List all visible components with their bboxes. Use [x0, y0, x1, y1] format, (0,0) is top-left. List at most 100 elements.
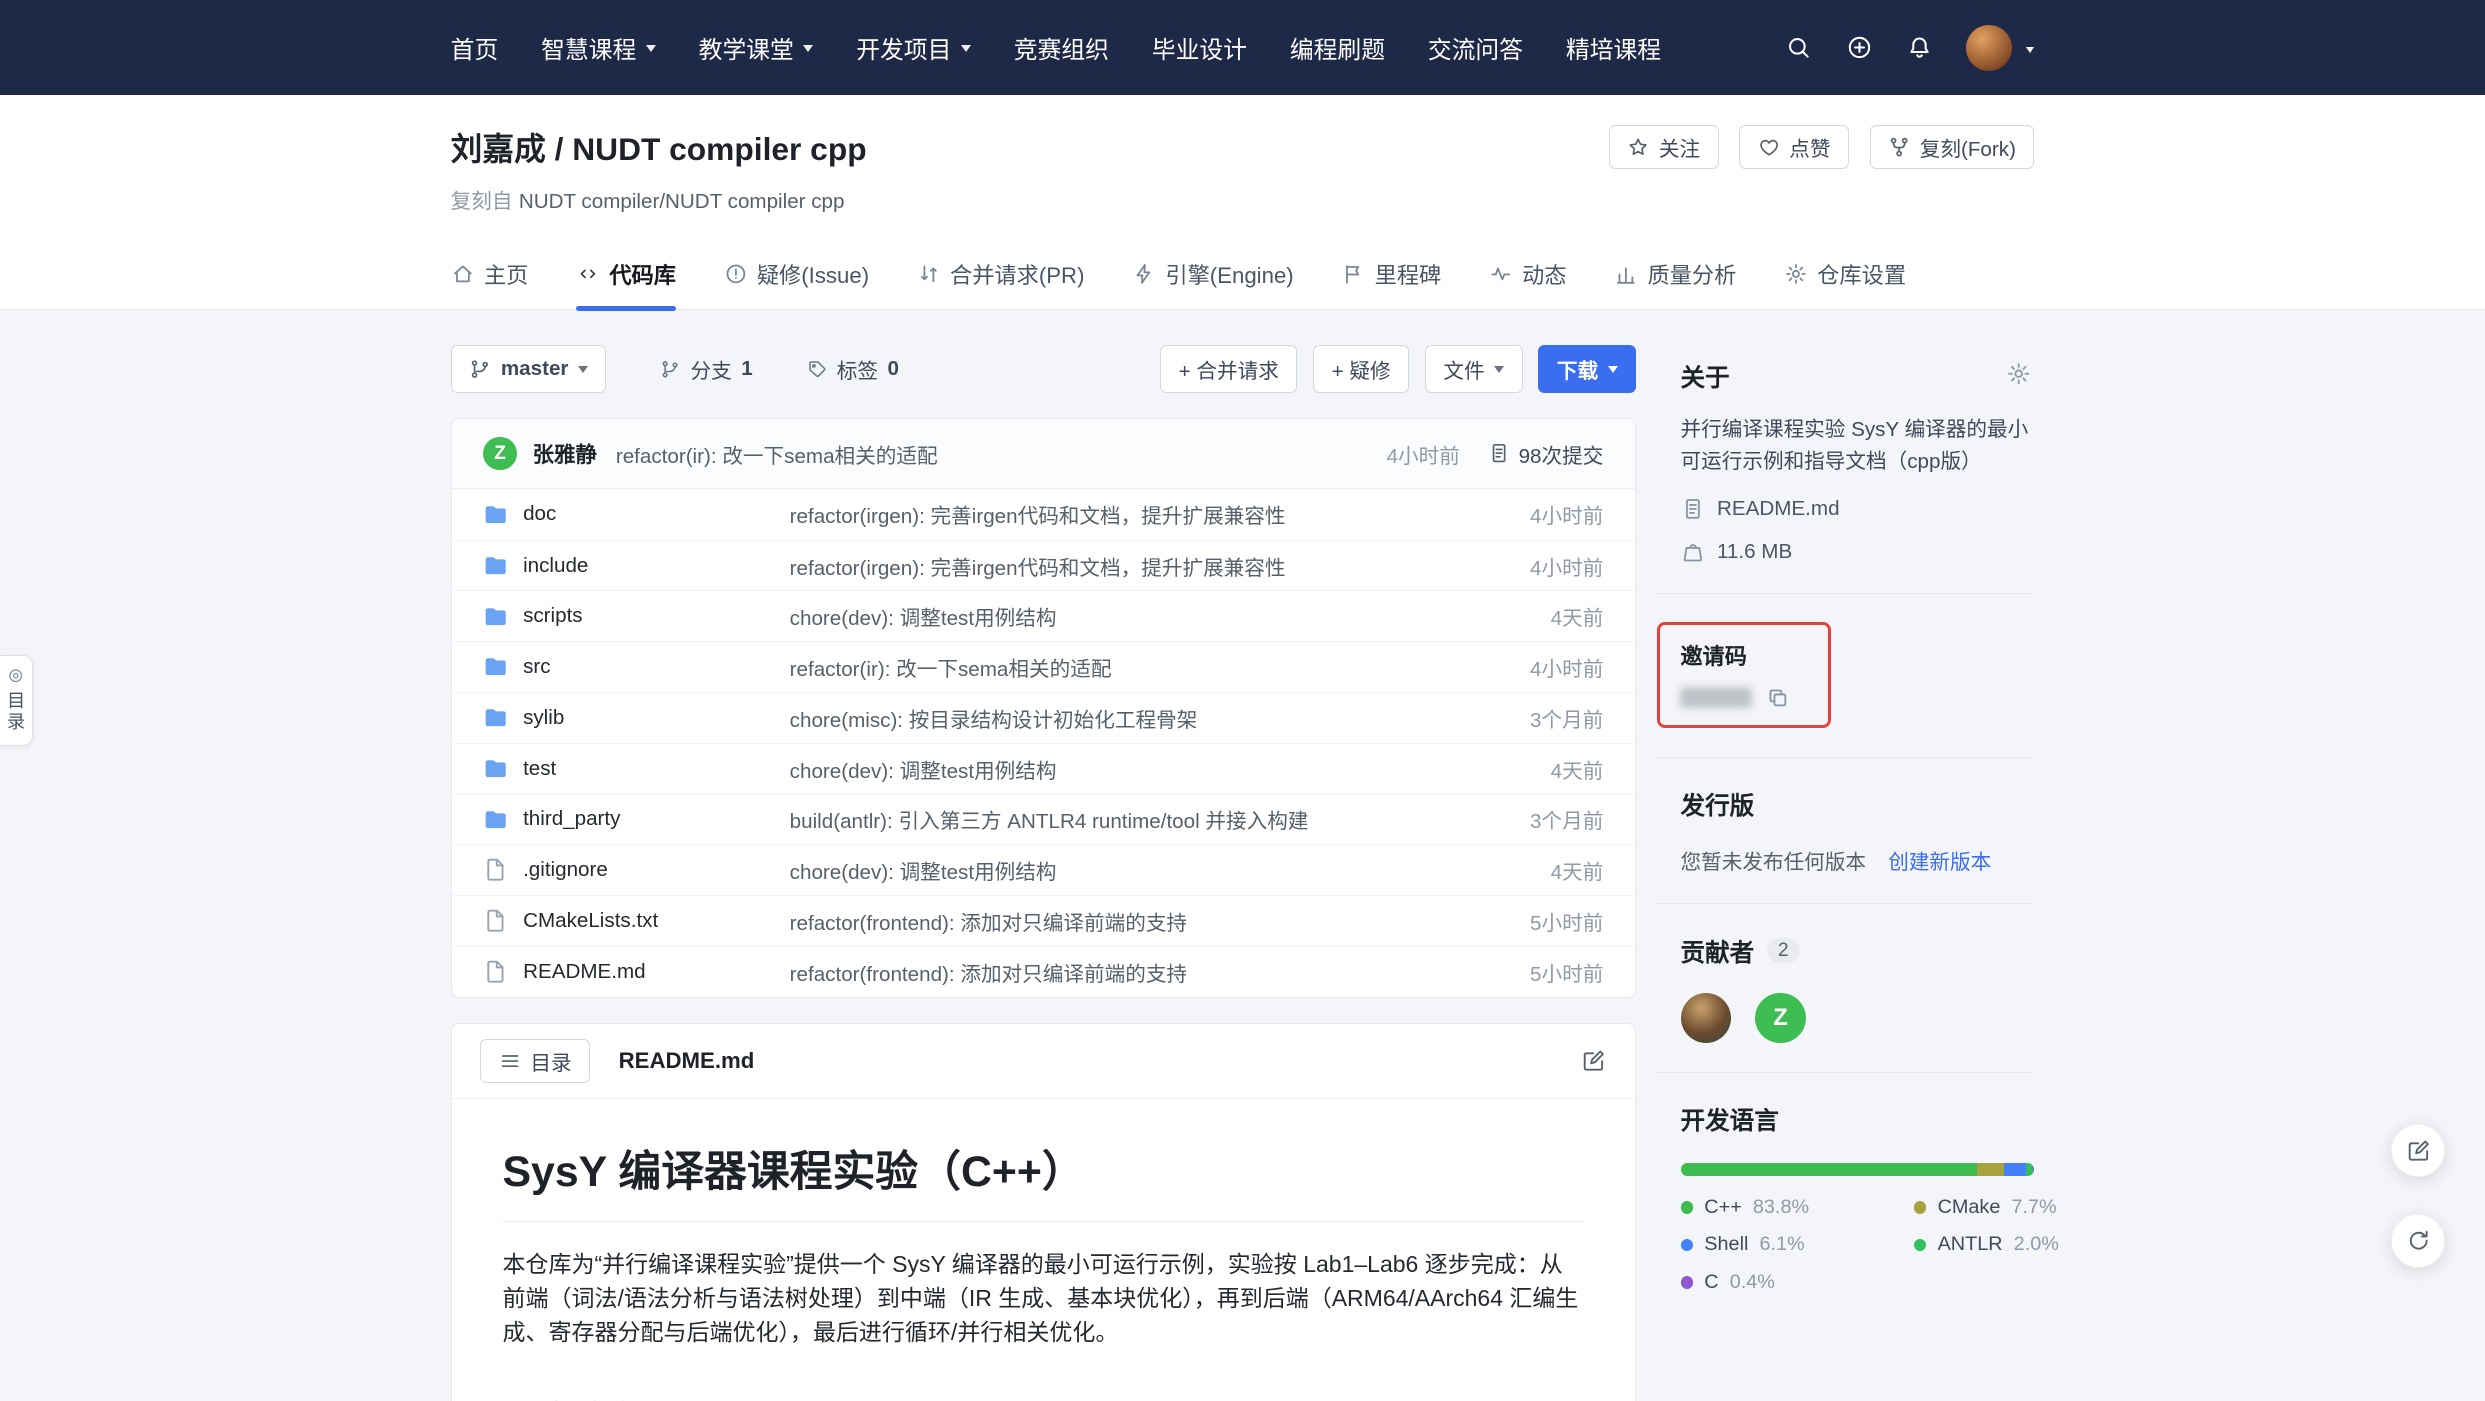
divider	[1657, 903, 2035, 904]
contributor-avatar[interactable]: Z	[1755, 993, 1806, 1044]
file-menu-button[interactable]: 文件	[1425, 345, 1523, 393]
create-release-link[interactable]: 创建新版本	[1888, 845, 1991, 875]
fork-button[interactable]: 复刻(Fork)	[1870, 125, 2035, 169]
readme-h2: 1. 实验介绍	[502, 1391, 1584, 1401]
file-name[interactable]: third_party	[483, 807, 789, 832]
edit-readme-button[interactable]	[1581, 1048, 1606, 1073]
nav-smart-courses[interactable]: 智慧课程	[541, 30, 656, 65]
copy-icon[interactable]	[1766, 686, 1790, 710]
bell-icon[interactable]	[1906, 34, 1933, 61]
tab-pull-requests[interactable]: 合并请求(PR)	[917, 239, 1085, 309]
gear-icon[interactable]	[2006, 361, 2031, 386]
table-row: .gitignore chore(dev): 调整test用例结构 4天前	[452, 844, 1635, 895]
file-commit-message[interactable]: refactor(irgen): 完善irgen代码和文档，提升扩展兼容性	[790, 551, 1469, 581]
refresh-button[interactable]	[2391, 1214, 2445, 1268]
nav-teaching[interactable]: 教学课堂	[699, 30, 814, 65]
target-icon	[7, 667, 24, 684]
nav-competitions[interactable]: 竞赛组织	[1014, 30, 1109, 65]
repo-tabbar: 主页 代码库 疑修(Issue) 合并请求(PR) 引擎(Engine) 里程碑…	[0, 239, 2485, 310]
nav-graduation[interactable]: 毕业设计	[1152, 30, 1247, 65]
branch-icon	[660, 359, 681, 380]
toc-button[interactable]: 目录	[480, 1039, 590, 1083]
star-icon	[1627, 136, 1649, 158]
file-commit-message[interactable]: chore(dev): 调整test用例结构	[790, 855, 1469, 885]
page-title: 刘嘉成 / NUDT compiler cpp	[451, 124, 867, 170]
list-icon	[499, 1050, 521, 1072]
file-commit-message[interactable]: refactor(frontend): 添加对只编译前端的支持	[790, 906, 1469, 936]
legend-item: C++83.8%	[1681, 1196, 1914, 1219]
language-legend: C++83.8% CMake7.7% Shell6.1% ANTLR2.0% C…	[1681, 1196, 2035, 1294]
file-commit-message[interactable]: chore(dev): 调整test用例结构	[790, 601, 1469, 631]
tab-milestones[interactable]: 里程碑	[1341, 239, 1441, 309]
edit-icon	[1581, 1048, 1606, 1073]
nav-dev-projects[interactable]: 开发项目	[856, 30, 971, 65]
tab-home[interactable]: 主页	[451, 239, 529, 309]
folder-icon	[483, 553, 508, 578]
nav-training[interactable]: 精培课程	[1566, 30, 1661, 65]
commits-count-link[interactable]: 98次提交	[1488, 439, 1603, 469]
contributor-avatar[interactable]	[1681, 993, 1732, 1044]
file-name[interactable]: doc	[483, 502, 789, 527]
releases-empty-text: 您暂未发布任何版本	[1681, 845, 1866, 875]
forked-from-link[interactable]: NUDT compiler/NUDT compiler cpp	[519, 190, 845, 213]
tab-engine[interactable]: 引擎(Engine)	[1132, 239, 1294, 309]
code-toolbar: master 分支1 标签0 + 合并请求 + 疑修 文件 下	[451, 345, 1636, 393]
app-root: 首页 智慧课程 教学课堂 开发项目 竞赛组织 毕业设计 编程刷题 交流问答 精培…	[0, 0, 2485, 1401]
commit-message[interactable]: refactor(ir): 改一下sema相关的适配	[616, 439, 938, 469]
legend-dot	[1681, 1239, 1694, 1252]
refresh-icon	[2406, 1228, 2431, 1253]
file-name[interactable]: .gitignore	[483, 857, 789, 882]
language-bar	[1681, 1163, 2035, 1176]
search-icon[interactable]	[1785, 34, 1812, 61]
table-row: src refactor(ir): 改一下sema相关的适配 4小时前	[452, 641, 1635, 692]
tab-activity[interactable]: 动态	[1489, 239, 1567, 309]
repo-header: 刘嘉成 / NUDT compiler cpp 关注 点赞 复刻(Fork) 复…	[0, 95, 2485, 239]
file-commit-message[interactable]: refactor(frontend): 添加对只编译前端的支持	[790, 957, 1469, 987]
toc-float-button[interactable]: 目录	[0, 655, 33, 746]
table-row: doc refactor(irgen): 完善irgen代码和文档，提升扩展兼容…	[452, 489, 1635, 540]
file-commit-message[interactable]: refactor(ir): 改一下sema相关的适配	[790, 652, 1469, 682]
file-name[interactable]: sylib	[483, 705, 789, 730]
tab-issues[interactable]: 疑修(Issue)	[724, 239, 870, 309]
nav-home[interactable]: 首页	[451, 30, 499, 65]
file-commit-message[interactable]: chore(dev): 调整test用例结构	[790, 754, 1469, 784]
about-section: 关于 并行编译课程实验 SysY 编译器的最小可运行示例和指导文档（cpp版） …	[1657, 358, 2035, 564]
avatar[interactable]	[1966, 25, 2012, 71]
file-name[interactable]: CMakeLists.txt	[483, 908, 789, 933]
tab-quality[interactable]: 质量分析	[1614, 239, 1736, 309]
issue-icon	[724, 262, 748, 286]
tags-link[interactable]: 标签0	[807, 354, 899, 384]
file-name[interactable]: test	[483, 756, 789, 781]
tab-settings[interactable]: 仓库设置	[1784, 239, 1906, 309]
fork-icon	[1888, 136, 1910, 158]
readme-link[interactable]: README.md	[1681, 497, 2035, 521]
new-issue-button[interactable]: + 疑修	[1313, 345, 1409, 393]
nav-qa[interactable]: 交流问答	[1428, 30, 1523, 65]
new-pr-button[interactable]: + 合并请求	[1160, 345, 1297, 393]
commit-author-avatar[interactable]: Z	[483, 437, 516, 470]
plus-icon[interactable]	[1846, 34, 1873, 61]
file-commit-message[interactable]: chore(misc): 按目录结构设计初始化工程骨架	[790, 703, 1469, 733]
branch-selector[interactable]: master	[451, 345, 607, 393]
commit-author[interactable]: 张雅静	[533, 438, 597, 469]
file-commit-message[interactable]: refactor(irgen): 完善irgen代码和文档，提升扩展兼容性	[790, 499, 1469, 529]
file-commit-time: 4天前	[1468, 754, 1603, 784]
nav-coding-practice[interactable]: 编程刷题	[1290, 30, 1385, 65]
file-commit-time: 3个月前	[1468, 703, 1603, 733]
tag-icon	[807, 359, 828, 380]
file-commit-time: 4小时前	[1468, 499, 1603, 529]
file-commit-message[interactable]: build(antlr): 引入第三方 ANTLR4 runtime/tool …	[790, 804, 1469, 834]
download-button[interactable]: 下载	[1538, 345, 1636, 393]
legend-item: Shell6.1%	[1681, 1233, 1914, 1256]
file-name[interactable]: scripts	[483, 604, 789, 629]
file-name[interactable]: include	[483, 553, 789, 578]
file-name[interactable]: src	[483, 654, 789, 679]
code-icon	[576, 262, 600, 286]
file-name[interactable]: README.md	[483, 959, 789, 984]
branches-link[interactable]: 分支1	[660, 354, 752, 384]
like-button[interactable]: 点赞	[1739, 125, 1849, 169]
file-commit-time: 5小时前	[1468, 957, 1603, 987]
folder-icon	[483, 756, 508, 781]
tab-code[interactable]: 代码库	[576, 239, 676, 309]
watch-button[interactable]: 关注	[1609, 125, 1719, 169]
